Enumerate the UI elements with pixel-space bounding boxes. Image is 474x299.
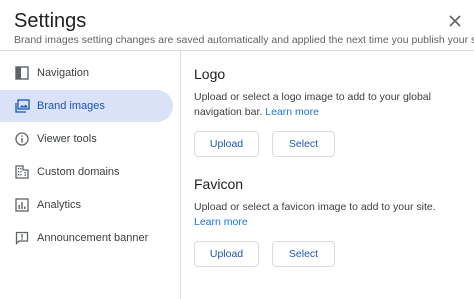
logo-learn-more-link[interactable]: Learn more — [265, 106, 319, 118]
sidebar-item-label: Viewer tools — [37, 133, 97, 145]
logo-select-button[interactable]: Select — [272, 131, 335, 157]
sidebar-item-navigation[interactable]: Navigation — [0, 57, 173, 89]
sidebar-item-label: Custom domains — [37, 166, 120, 178]
info-icon — [14, 131, 30, 147]
logo-upload-button[interactable]: Upload — [194, 131, 259, 157]
favicon-upload-button[interactable]: Upload — [194, 241, 259, 267]
sidebar: Navigation Brand images Viewer tools Cus… — [0, 51, 180, 299]
announcement-icon — [14, 230, 30, 246]
favicon-select-button[interactable]: Select — [272, 241, 335, 267]
sidebar-item-brand-images[interactable]: Brand images — [0, 90, 173, 122]
sidebar-item-viewer-tools[interactable]: Viewer tools — [0, 123, 173, 155]
sidebar-item-label: Announcement banner — [37, 232, 149, 244]
dialog-subtitle: Brand images setting changes are saved a… — [14, 34, 474, 46]
favicon-learn-more-link[interactable]: Learn more — [194, 216, 248, 228]
dialog-header: Settings Brand images setting changes ar… — [0, 0, 474, 50]
favicon-description-text: Upload or select a favicon image to add … — [194, 201, 436, 213]
favicon-section-title: Favicon — [194, 176, 244, 192]
sidebar-item-label: Analytics — [37, 199, 82, 211]
analytics-icon — [14, 197, 30, 213]
sidebar-item-custom-domains[interactable]: Custom domains — [0, 156, 173, 188]
close-button[interactable] — [444, 10, 466, 32]
favicon-section-description: Upload or select a favicon image to add … — [194, 200, 464, 230]
sidebar-item-analytics[interactable]: Analytics — [0, 189, 173, 221]
close-icon — [449, 15, 461, 27]
building-icon — [14, 164, 30, 180]
sidebar-item-label: Brand images — [37, 100, 105, 112]
navigation-icon — [14, 65, 30, 81]
sidebar-divider — [180, 51, 181, 299]
logo-section-description: Upload or select a logo image to add to … — [194, 90, 464, 120]
sidebar-item-announcement-banner[interactable]: Announcement banner — [0, 222, 173, 254]
logo-section-title: Logo — [194, 66, 226, 82]
image-icon — [14, 98, 30, 114]
dialog-title: Settings — [14, 10, 87, 32]
sidebar-item-label: Navigation — [37, 67, 89, 79]
